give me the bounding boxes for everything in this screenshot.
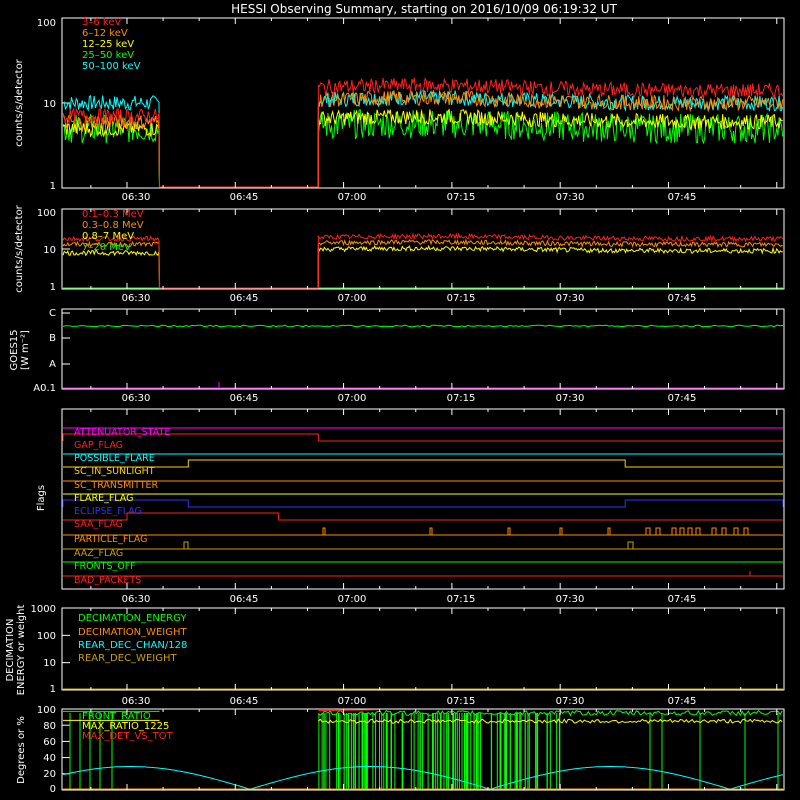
x-tick-label: 06:30 [122, 594, 151, 605]
flag-label: PARTICLE_FLAG [74, 534, 147, 545]
y-tick-label: 0 [50, 784, 56, 795]
flag-label: SC_IN_SUNLIGHT [74, 466, 155, 477]
legend-entry: 25–50 keV [82, 50, 134, 61]
y-axis-label: Flags [36, 485, 47, 511]
x-tick-label: 07:00 [338, 393, 367, 404]
x-tick-label: 06:45 [230, 594, 259, 605]
x-tick-label: 07:30 [556, 293, 585, 304]
legend-entry: DECIMATION_WEIGHT [78, 627, 187, 638]
y-tick-label: 10 [43, 245, 56, 256]
legend-entry: 0.1–0.3 MeV [82, 209, 144, 220]
x-tick-label: 06:30 [122, 293, 151, 304]
x-tick-label: 06:45 [230, 696, 259, 707]
x-tick-label: 07:15 [447, 393, 476, 404]
legend-entry: 50–100 keV [82, 61, 141, 72]
legend-entry: 3–6 keV [82, 17, 121, 28]
y-axis-label: DECIMATION [5, 618, 16, 681]
x-tick-label: 07:15 [447, 192, 476, 203]
x-tick-label: 07:30 [556, 696, 585, 707]
flag-label: SAA_FLAG [74, 519, 123, 530]
y-axis-label: Degrees or % [16, 716, 27, 784]
y-tick-label: 20 [43, 769, 56, 780]
x-tick-label: 07:00 [338, 594, 367, 605]
y-tick-label: B [49, 333, 56, 344]
y-axis-label: GOES15 [9, 329, 20, 370]
y-tick-label: 1 [50, 684, 56, 695]
legend-entry: 0.3–0.8 MeV [82, 220, 144, 231]
x-tick-label: 06:45 [230, 393, 259, 404]
legend-entry: 0.8–7 MeV [82, 231, 134, 242]
y-tick-label: 80 [43, 721, 56, 732]
y-tick-label: 40 [43, 753, 56, 764]
y-tick-label: A [49, 359, 56, 370]
x-tick-label: 06:30 [122, 696, 151, 707]
y-tick-label: 100 [37, 631, 56, 642]
legend-entry: 12–25 keV [82, 39, 134, 50]
legend-entry: REAR_DEC_CHAN/128 [78, 640, 187, 651]
flag-label: FLARE_FLAG [74, 493, 134, 504]
y-tick-label: 60 [43, 737, 56, 748]
y-axis-units: [W m⁻²] [20, 330, 31, 370]
legend-entry: 6–12 keV [82, 28, 128, 39]
x-tick-label: 07:45 [668, 192, 697, 203]
x-tick-label: 07:30 [556, 192, 585, 203]
y-tick-label: C [49, 308, 56, 319]
x-tick-label: 06:30 [122, 192, 151, 203]
y-tick-label: 100 [37, 18, 56, 29]
y-tick-label: 10 [43, 658, 56, 669]
y-tick-label: 10 [43, 99, 56, 110]
y-axis-label: counts/s/detector [14, 204, 25, 292]
x-tick-label: 07:15 [447, 594, 476, 605]
y-axis-label: counts/s/detector [14, 58, 25, 146]
x-tick-label: 07:00 [338, 192, 367, 203]
x-tick-label: 06:45 [230, 192, 259, 203]
flag-label: ATTENUATOR_STATE [74, 427, 170, 438]
flag-label: GAP_FLAG [74, 440, 123, 451]
flag-label: BAD_PACKETS [74, 575, 141, 586]
hessi-summary-figure: HESSI Observing Summary, starting on 201… [0, 0, 800, 800]
legend-entry: 7–20 MeV [82, 242, 131, 253]
y-tick-label: 1000 [31, 604, 56, 615]
legend-entry: REAR_DEC_WEIGHT [78, 653, 177, 664]
x-tick-label: 07:30 [556, 393, 585, 404]
x-tick-label: 07:45 [668, 393, 697, 404]
y-tick-label: 100 [37, 208, 56, 219]
y-tick-label: 1 [50, 282, 56, 293]
x-tick-label: 07:15 [447, 696, 476, 707]
x-tick-label: 07:00 [338, 293, 367, 304]
legend-entry: DECIMATION_ENERGY [78, 613, 187, 624]
legend-entry: MAX_DET_VS_TOT [82, 731, 174, 742]
y-tick-label: A0.1 [33, 383, 56, 394]
x-tick-label: 06:45 [230, 293, 259, 304]
x-tick-label: 07:00 [338, 696, 367, 707]
x-tick-label: 06:30 [122, 393, 151, 404]
flag-label: SC_TRANSMITTER [74, 480, 159, 491]
x-tick-label: 07:15 [447, 293, 476, 304]
x-tick-label: 07:45 [668, 293, 697, 304]
flag-label: FRONTS_OFF [74, 561, 136, 572]
flag-label: POSSIBLE_FLARE [74, 453, 155, 464]
figure-title: HESSI Observing Summary, starting on 201… [231, 2, 617, 16]
flag-label: ECLIPSE_FLAG [74, 506, 142, 517]
y-tick-label: 100 [37, 705, 56, 716]
x-tick-label: 07:30 [556, 594, 585, 605]
y-axis-label-2: ENERGY or weight [16, 605, 27, 696]
flag-label: AAZ_FLAG [74, 548, 123, 559]
x-tick-label: 07:45 [668, 594, 697, 605]
y-tick-label: 1 [50, 181, 56, 192]
x-tick-label: 07:45 [668, 696, 697, 707]
